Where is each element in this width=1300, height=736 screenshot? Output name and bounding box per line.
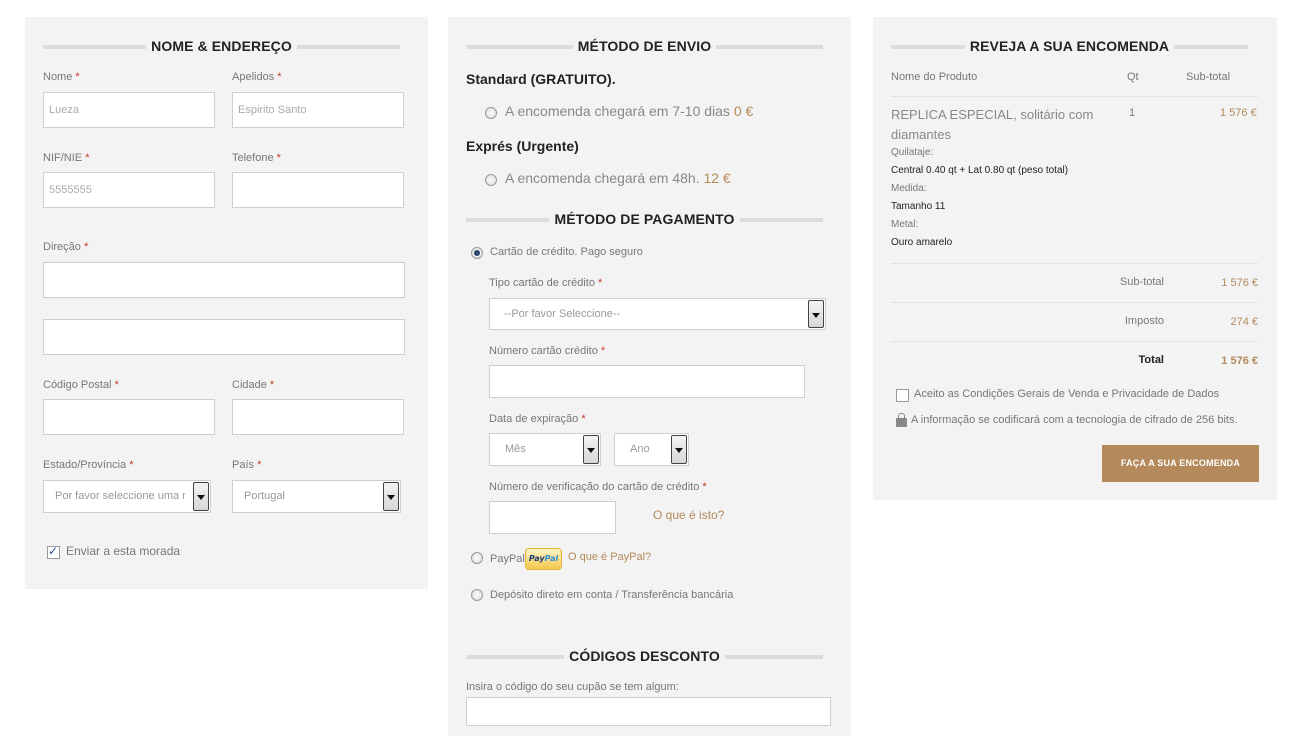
terms-label[interactable]: Aceito as Condições Gerais de Venda e Pr… bbox=[914, 388, 1219, 400]
address-line1-input[interactable] bbox=[43, 262, 405, 298]
expiry-label: Data de expiração * bbox=[489, 413, 586, 425]
metal-label: Metal: bbox=[891, 219, 919, 230]
subtotal-value: 1 576 € bbox=[1221, 277, 1258, 289]
chevron-down-icon bbox=[383, 482, 399, 511]
review-title: REVEJA A SUA ENCOMENDA bbox=[964, 38, 1175, 54]
discount-title: CÓDIGOS DESCONTO bbox=[564, 648, 725, 664]
product-price: 1 576 € bbox=[1220, 107, 1257, 119]
address-line2-input[interactable] bbox=[43, 319, 405, 355]
carat-value: Central 0.40 qt + Lat 0.80 qt (peso tota… bbox=[891, 165, 1069, 176]
cvv-input[interactable] bbox=[489, 501, 616, 534]
card-type-value: --Por favor Seleccione-- bbox=[504, 308, 621, 320]
divider bbox=[891, 341, 1258, 342]
card-type-select[interactable]: --Por favor Seleccione-- bbox=[489, 298, 826, 330]
postal-code-label: Código Postal * bbox=[43, 379, 119, 391]
nif-label: NIF/NIE * bbox=[43, 152, 90, 164]
cvv-label: Número de verificação do cartão de crédi… bbox=[489, 481, 707, 493]
shipping-express-option: A encomenda chegará em 48h. 12 € bbox=[505, 170, 731, 186]
review-section-header: REVEJA A SUA ENCOMENDA bbox=[891, 38, 1248, 56]
shipping-express-title: Exprés (Urgente) bbox=[466, 138, 579, 154]
tax-label: Imposto bbox=[1124, 315, 1164, 327]
product-qty: 1 bbox=[1129, 107, 1136, 119]
expiry-year-value: Ano bbox=[630, 443, 650, 455]
address-panel: NOME & ENDEREÇO Nome * Apelidos * NIF/NI… bbox=[25, 17, 428, 589]
carat-label: Quilataje: bbox=[891, 147, 934, 158]
lock-icon bbox=[896, 413, 907, 427]
first-name-input[interactable] bbox=[43, 92, 215, 128]
discount-code-input[interactable] bbox=[466, 697, 831, 726]
shipping-express-price: 12 € bbox=[703, 170, 731, 186]
chevron-down-icon bbox=[671, 435, 687, 464]
ship-here-label: Enviar a esta morada bbox=[66, 544, 181, 558]
size-value: Tamanho 11 bbox=[891, 201, 946, 212]
payment-transfer-radio[interactable] bbox=[471, 589, 483, 601]
address-title: NOME & ENDEREÇO bbox=[146, 38, 297, 54]
subtotal-label: Sub-total bbox=[1119, 276, 1164, 288]
first-name-label: Nome * bbox=[43, 71, 80, 83]
divider bbox=[891, 96, 1258, 97]
card-number-label: Número cartão crédito * bbox=[489, 345, 606, 357]
col-qty-header: Qt bbox=[1127, 71, 1139, 83]
address-label: Direção * bbox=[43, 241, 89, 253]
place-order-button[interactable]: FAÇA A SUA ENCOMENDA bbox=[1102, 445, 1259, 482]
expiry-month-select[interactable]: Mês bbox=[489, 433, 601, 466]
state-select-value: Por favor seleccione uma r bbox=[55, 490, 185, 502]
divider bbox=[891, 263, 1258, 264]
col-subtotal-header: Sub-total bbox=[1186, 71, 1231, 83]
payment-card-label: Cartão de crédito. Pago seguro bbox=[490, 246, 643, 258]
total-value: 1 576 € bbox=[1221, 355, 1258, 367]
postal-code-input[interactable] bbox=[43, 399, 215, 435]
last-name-label: Apelidos * bbox=[232, 71, 282, 83]
state-select[interactable]: Por favor seleccione uma r bbox=[43, 480, 211, 513]
cvv-help-link[interactable]: O que é isto? bbox=[653, 508, 724, 522]
discount-label: Insira o código do seu cupão se tem algu… bbox=[466, 681, 679, 693]
shipping-standard-price: 0 € bbox=[733, 103, 754, 119]
card-number-input[interactable] bbox=[489, 365, 805, 398]
country-label: País * bbox=[232, 459, 262, 471]
security-note: A informação se codificará com a tecnolo… bbox=[911, 414, 1238, 426]
payment-section-header: MÉTODO DE PAGAMENTO bbox=[466, 211, 823, 229]
payment-transfer-label: Depósito direto em conta / Transferência… bbox=[490, 589, 734, 601]
shipping-section-header: MÉTODO DE ENVIO bbox=[466, 38, 823, 56]
nif-input[interactable] bbox=[43, 172, 215, 208]
discount-section-header: CÓDIGOS DESCONTO bbox=[466, 648, 823, 666]
ship-here-checkbox[interactable] bbox=[47, 544, 60, 559]
payment-card-radio[interactable] bbox=[471, 247, 483, 259]
shipping-payment-panel: MÉTODO DE ENVIO Standard (GRATUITO). A e… bbox=[448, 17, 851, 736]
payment-paypal-radio[interactable] bbox=[471, 552, 483, 564]
country-select-value: Portugal bbox=[244, 490, 285, 502]
size-label: Medida: bbox=[891, 183, 927, 194]
chevron-down-icon bbox=[193, 482, 209, 511]
shipping-title: MÉTODO DE ENVIO bbox=[572, 38, 717, 54]
shipping-standard-title: Standard (GRATUITO). bbox=[466, 71, 616, 87]
tax-value: 274 € bbox=[1230, 316, 1258, 328]
payment-paypal-label: PayPal bbox=[490, 553, 525, 565]
shipping-express-radio[interactable] bbox=[485, 174, 497, 186]
phone-input[interactable] bbox=[232, 172, 404, 208]
metal-value: Ouro amarelo bbox=[891, 237, 953, 248]
paypal-logo: PayPal bbox=[525, 548, 562, 570]
terms-checkbox[interactable] bbox=[896, 389, 909, 402]
expiry-year-select[interactable]: Ano bbox=[614, 433, 689, 466]
city-label: Cidade * bbox=[232, 379, 275, 391]
last-name-input[interactable] bbox=[232, 92, 404, 128]
shipping-standard-radio[interactable] bbox=[485, 107, 497, 119]
divider bbox=[891, 302, 1258, 303]
city-input[interactable] bbox=[232, 399, 404, 435]
chevron-down-icon bbox=[808, 300, 824, 328]
payment-title: MÉTODO DE PAGAMENTO bbox=[549, 211, 740, 227]
paypal-help-link[interactable]: O que é PayPal? bbox=[568, 551, 651, 563]
card-type-label: Tipo cartão de crédito * bbox=[489, 277, 603, 289]
phone-label: Telefone * bbox=[232, 152, 281, 164]
country-select[interactable]: Portugal bbox=[232, 480, 401, 513]
order-review-panel: REVEJA A SUA ENCOMENDA Nome do Produto Q… bbox=[873, 17, 1277, 500]
expiry-month-value: Mês bbox=[505, 443, 526, 455]
total-label: Total bbox=[1138, 354, 1164, 366]
shipping-standard-option: A encomenda chegará em 7-10 dias 0 € bbox=[505, 103, 754, 119]
product-name: REPLICA ESPECIAL, solitário com diamante… bbox=[891, 107, 1094, 142]
col-product-header: Nome do Produto bbox=[891, 71, 978, 83]
address-section-header: NOME & ENDEREÇO bbox=[43, 38, 400, 56]
chevron-down-icon bbox=[583, 435, 599, 464]
state-label: Estado/Província * bbox=[43, 459, 134, 471]
